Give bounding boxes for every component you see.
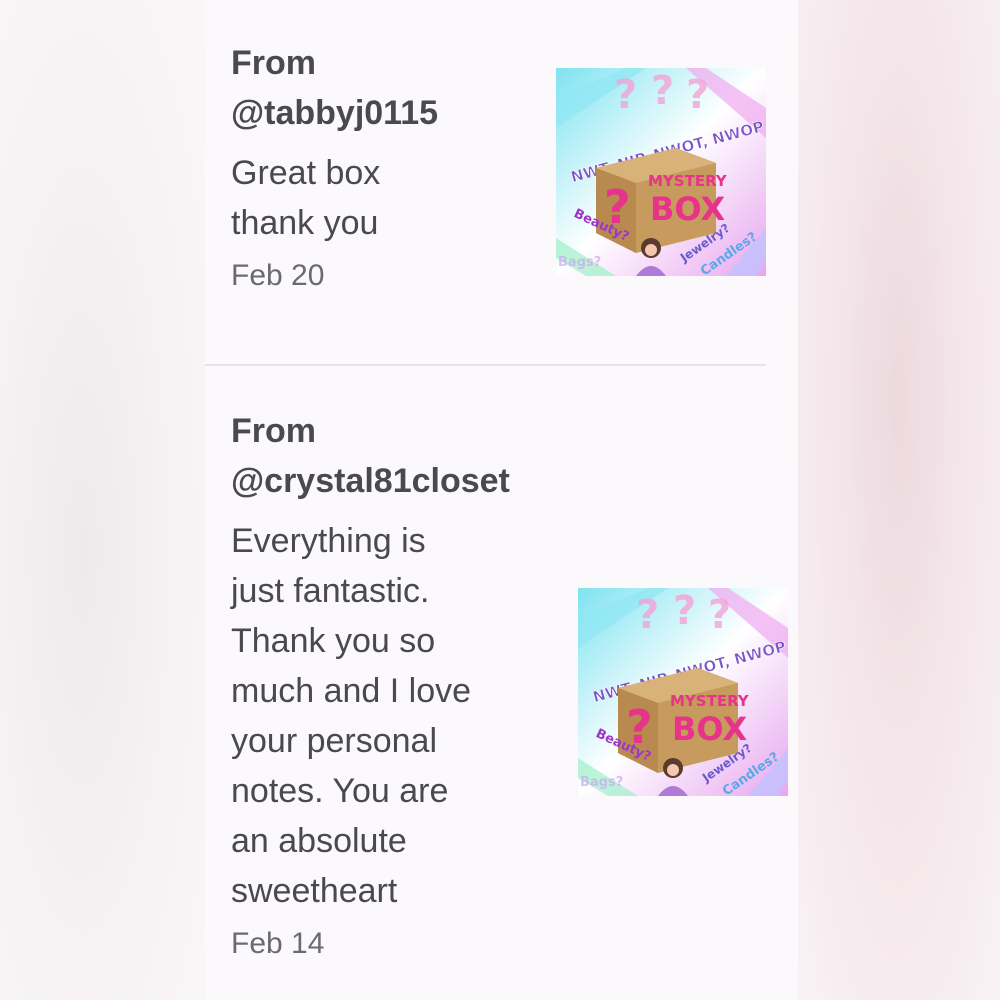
svg-text:?: ? — [636, 592, 659, 638]
svg-text:BOX: BOX — [672, 710, 747, 748]
reviewer-username[interactable]: @tabbyj0115 — [231, 88, 438, 138]
review-message-line: your personal — [231, 722, 438, 760]
from-label: From — [231, 44, 316, 82]
reviews-card: From @tabbyj0115 Great box thank you Feb… — [205, 0, 798, 1000]
review-divider — [205, 364, 766, 366]
mystery-box-image: ? ? ? NWT, NIP, NWOT, NWOP ITEMS ? MYSTE… — [556, 68, 766, 276]
review-message-line: just fantastic. — [231, 572, 430, 610]
review-item: From @tabbyj0115 Great box thank you Feb… — [231, 38, 438, 296]
review-item: From @crystal81closet Everything is just… — [231, 406, 510, 964]
review-date: Feb 20 — [231, 259, 325, 292]
review-message-line: notes. You are — [231, 772, 449, 810]
listing-thumbnail[interactable]: ? ? ? NWT, NIP, NWOT, NWOP ITEMS ? MYSTE… — [578, 588, 788, 796]
svg-text:?: ? — [708, 592, 731, 638]
blurred-background-right — [798, 0, 1000, 1000]
svg-text:BOX: BOX — [650, 190, 725, 228]
review-message: Great box thank you — [231, 148, 438, 248]
review-message-line: Thank you so — [231, 622, 436, 660]
svg-text:Bags?: Bags? — [558, 255, 601, 270]
review-message-line: sweetheart — [231, 872, 398, 910]
reviewer-username[interactable]: @crystal81closet — [231, 456, 510, 506]
svg-text:Bags?: Bags? — [580, 775, 623, 790]
svg-text:?: ? — [686, 72, 709, 118]
review-message-line: Great box — [231, 154, 381, 192]
listing-thumbnail[interactable]: ? ? ? NWT, NIP, NWOT, NWOP ITEMS ? MYSTE… — [556, 68, 766, 276]
review-message-line: an absolute — [231, 822, 407, 860]
svg-text:?: ? — [673, 588, 696, 634]
review-message-line: thank you — [231, 204, 379, 242]
svg-text:MYSTERY: MYSTERY — [670, 692, 750, 710]
svg-text:?: ? — [651, 68, 674, 114]
review-date: Feb 14 — [231, 927, 325, 960]
svg-text:MYSTERY: MYSTERY — [648, 172, 728, 190]
review-message-line: Everything is — [231, 522, 426, 560]
mystery-box-image: ? ? ? NWT, NIP, NWOT, NWOP ITEMS ? MYSTE… — [578, 588, 788, 796]
svg-text:?: ? — [614, 72, 637, 118]
review-message: Everything is just fantastic. Thank you … — [231, 516, 510, 916]
from-label: From — [231, 412, 316, 450]
review-message-line: much and I love — [231, 672, 472, 710]
blurred-background-left — [0, 0, 205, 1000]
